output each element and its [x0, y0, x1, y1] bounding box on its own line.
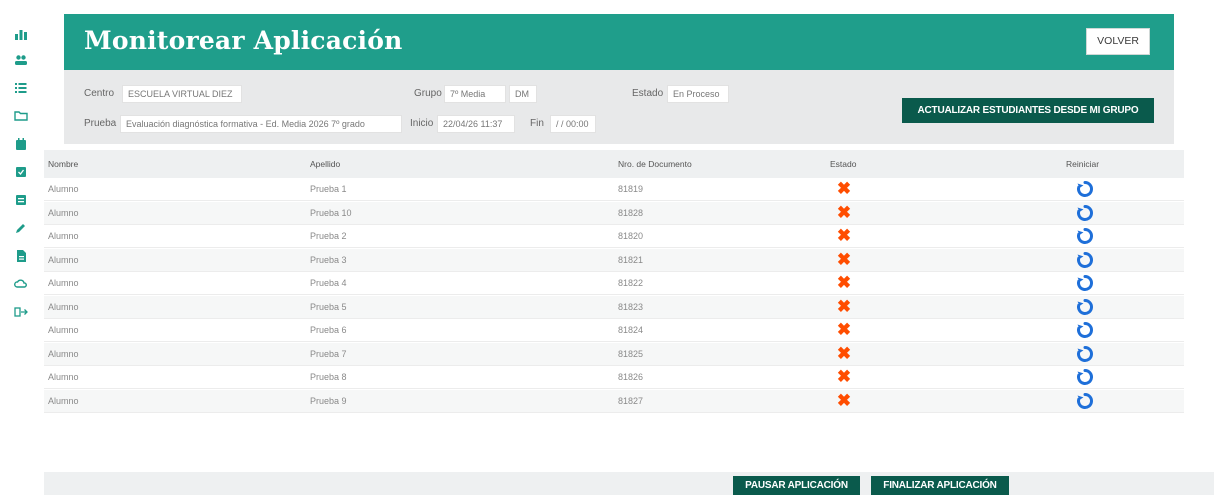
- back-button[interactable]: VOLVER: [1086, 28, 1150, 55]
- cloud-icon[interactable]: [11, 274, 31, 294]
- header-nombre: Nombre: [48, 159, 79, 169]
- logout-icon[interactable]: [11, 302, 31, 322]
- home-icon[interactable]: [11, 24, 31, 44]
- cell-apellido: Prueba 4: [310, 278, 347, 288]
- table-row: Alumno Prueba 1 81819 ✖: [44, 178, 1184, 201]
- table-row: Alumno Prueba 10 81828 ✖: [44, 201, 1184, 225]
- restart-icon[interactable]: [1076, 392, 1094, 410]
- cell-nombre: Alumno: [48, 278, 79, 288]
- update-students-button[interactable]: ACTUALIZAR ESTUDIANTES DESDE MI GRUPO: [902, 98, 1154, 123]
- cell-apellido: Prueba 5: [310, 301, 347, 312]
- table-row: Alumno Prueba 6 81824 ✖: [44, 319, 1184, 342]
- edit-icon[interactable]: [11, 218, 31, 238]
- folder-icon[interactable]: [11, 106, 31, 126]
- cell-documento: 81822: [618, 278, 644, 288]
- restart-icon[interactable]: [1076, 180, 1094, 198]
- cell-nombre: Alumno: [48, 207, 79, 218]
- inicio-label: Inicio: [410, 118, 434, 129]
- cell-nombre: Alumno: [48, 325, 79, 335]
- estado-label: Estado: [632, 88, 664, 99]
- close-icon[interactable]: ✖: [836, 344, 852, 363]
- cell-documento: 81828: [618, 207, 644, 218]
- cell-nombre: Alumno: [48, 254, 79, 265]
- table-row: Alumno Prueba 8 81826 ✖: [44, 366, 1184, 389]
- restart-icon[interactable]: [1076, 204, 1094, 222]
- cell-nombre: Alumno: [48, 301, 79, 312]
- centro-field[interactable]: ESCUELA VIRTUAL DIEZ: [122, 85, 242, 103]
- table-header: Nombre Apellido Nro. de Documento Estado…: [44, 150, 1184, 178]
- restart-icon[interactable]: [1076, 274, 1094, 292]
- filter-panel: Centro ESCUELA VIRTUAL DIEZ Grupo 7º Med…: [64, 70, 1174, 144]
- header-apellido: Apellido: [310, 159, 341, 169]
- cell-documento: 81823: [618, 301, 644, 312]
- grupo-label: Grupo: [414, 88, 442, 99]
- header-estado: Estado: [830, 159, 857, 169]
- close-icon[interactable]: ✖: [836, 180, 852, 198]
- cell-apellido: Prueba 2: [310, 231, 347, 241]
- cell-documento: 81826: [618, 372, 644, 382]
- centro-label: Centro: [84, 88, 115, 99]
- close-icon[interactable]: ✖: [836, 321, 852, 339]
- table-row: Alumno Prueba 2 81820 ✖: [44, 225, 1184, 248]
- cell-nombre: Alumno: [48, 395, 79, 406]
- cell-nombre: Alumno: [48, 348, 79, 359]
- cell-nombre: Alumno: [48, 372, 79, 382]
- prueba-field[interactable]: Evaluación diagnóstica formativa - Ed. M…: [120, 115, 402, 133]
- cell-apellido: Prueba 3: [310, 254, 347, 265]
- restart-icon[interactable]: [1076, 251, 1094, 269]
- cell-apellido: Prueba 6: [310, 325, 347, 335]
- table-row: Alumno Prueba 7 81825 ✖: [44, 342, 1184, 366]
- header-documento: Nro. de Documento: [618, 159, 692, 169]
- cell-nombre: Alumno: [48, 231, 79, 241]
- calendar-icon[interactable]: [11, 134, 31, 154]
- sidebar: [0, 0, 44, 495]
- table-row: Alumno Prueba 9 81827 ✖: [44, 389, 1184, 413]
- cell-documento: 81820: [618, 231, 644, 241]
- cell-documento: 81825: [618, 348, 644, 359]
- cell-apellido: Prueba 1: [310, 184, 347, 194]
- table-row: Alumno Prueba 3 81821 ✖: [44, 248, 1184, 272]
- close-icon[interactable]: ✖: [836, 203, 852, 222]
- close-icon[interactable]: ✖: [836, 250, 852, 269]
- inicio-field[interactable]: 22/04/26 11:37: [437, 115, 515, 133]
- cell-documento: 81821: [618, 254, 644, 265]
- finish-application-button[interactable]: FINALIZAR APLICACIÓN: [871, 476, 1009, 495]
- page-title: Monitorear Aplicación: [84, 26, 403, 55]
- table-row: Alumno Prueba 5 81823 ✖: [44, 295, 1184, 319]
- page-header: Monitorear Aplicación VOLVER: [64, 14, 1174, 70]
- restart-icon[interactable]: [1076, 321, 1094, 339]
- cell-documento: 81819: [618, 184, 644, 194]
- restart-icon[interactable]: [1076, 298, 1094, 316]
- close-icon[interactable]: ✖: [836, 227, 852, 245]
- cell-apellido: Prueba 8: [310, 372, 347, 382]
- header-reiniciar: Reiniciar: [1066, 159, 1100, 169]
- cell-apellido: Prueba 9: [310, 395, 347, 406]
- cell-apellido: Prueba 7: [310, 348, 347, 359]
- close-icon[interactable]: ✖: [836, 391, 852, 410]
- pause-application-button[interactable]: PAUSAR APLICACIÓN: [733, 476, 860, 495]
- bottom-bar: [44, 472, 1214, 495]
- fin-field[interactable]: / / 00:00: [550, 115, 596, 133]
- cell-documento: 81827: [618, 395, 644, 406]
- restart-icon[interactable]: [1076, 368, 1094, 386]
- check-icon[interactable]: [11, 162, 31, 182]
- cell-nombre: Alumno: [48, 184, 79, 194]
- restart-icon[interactable]: [1076, 345, 1094, 363]
- cell-apellido: Prueba 10: [310, 207, 352, 218]
- document-icon[interactable]: [11, 246, 31, 266]
- close-icon[interactable]: ✖: [836, 297, 852, 316]
- close-icon[interactable]: ✖: [836, 368, 852, 386]
- grupo-field[interactable]: 7º Media: [444, 85, 506, 103]
- restart-icon[interactable]: [1076, 227, 1094, 245]
- table-row: Alumno Prueba 4 81822 ✖: [44, 272, 1184, 295]
- estado-field[interactable]: En Proceso: [667, 85, 729, 103]
- cell-documento: 81824: [618, 325, 644, 335]
- prueba-label: Prueba: [84, 118, 117, 129]
- users-icon[interactable]: [11, 50, 31, 70]
- close-icon[interactable]: ✖: [836, 274, 852, 292]
- fin-label: Fin: [530, 118, 544, 129]
- list-icon[interactable]: [11, 78, 31, 98]
- grupo-section-field[interactable]: DM: [509, 85, 537, 103]
- book-icon[interactable]: [11, 190, 31, 210]
